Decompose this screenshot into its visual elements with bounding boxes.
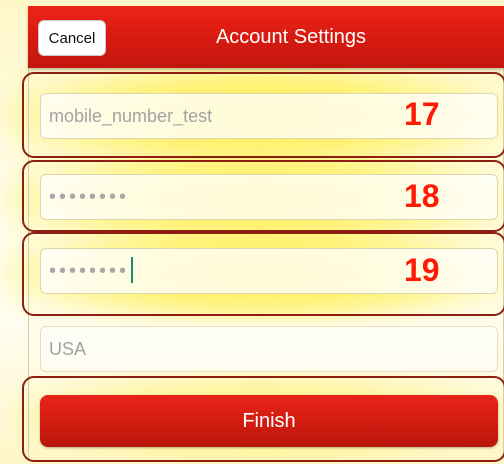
country-placeholder: USA — [49, 339, 87, 359]
annotation-label-17: 17 — [404, 96, 440, 132]
password-value: •••••••• — [49, 186, 130, 208]
screen: Cancel Account Settings mobile_number_te… — [0, 0, 504, 464]
finish-button[interactable]: Finish — [40, 395, 498, 447]
nav-bar: Cancel Account Settings — [28, 6, 504, 68]
country-field[interactable]: USA — [40, 326, 498, 372]
confirm-password-value: •••••••• — [49, 260, 130, 282]
annotation-label-19: 19 — [404, 252, 440, 288]
username-value: mobile_number_test — [49, 106, 213, 126]
page-title: Account Settings — [215, 26, 367, 48]
annotation-label-18: 18 — [404, 178, 440, 214]
text-caret — [131, 257, 134, 284]
cancel-button[interactable]: Cancel — [38, 20, 106, 56]
